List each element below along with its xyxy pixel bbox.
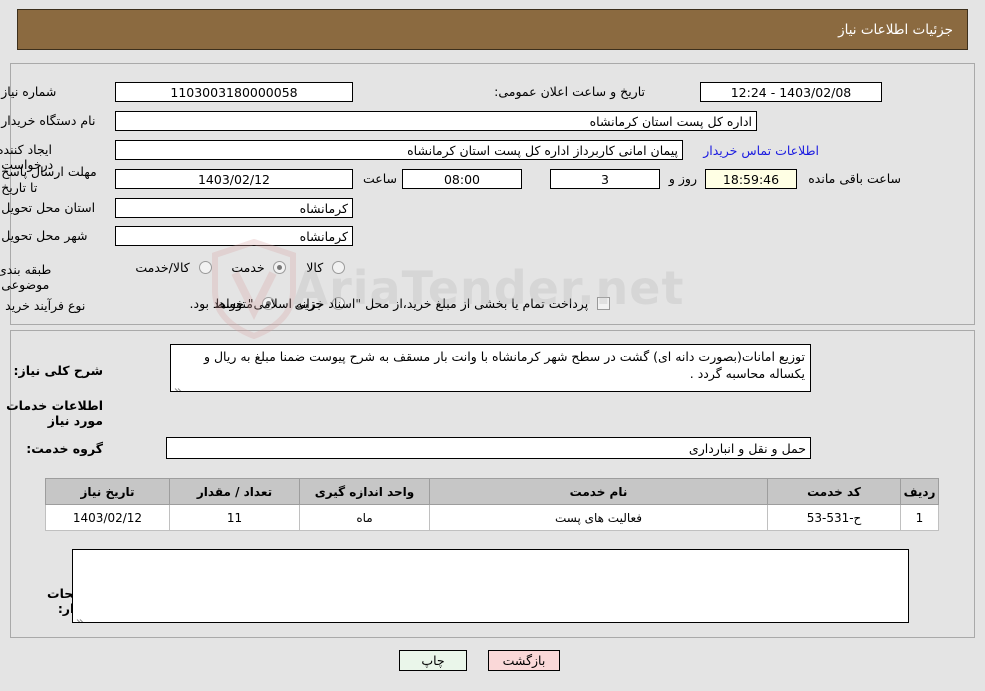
deadline-countdown-value: 18:59:46	[705, 169, 797, 189]
need-number-label: شماره نیاز:	[0, 84, 57, 99]
cell-quantity: 11	[169, 504, 300, 531]
delivery-province-label: استان محل تحویل:	[0, 200, 96, 215]
print-button[interactable]: چاپ	[399, 650, 467, 671]
radio-subject-kala-label: کالا	[306, 260, 324, 275]
resize-grip-icon	[173, 379, 184, 391]
treasury-bond-checkbox[interactable]	[597, 297, 610, 310]
subject-class-radio-group: کالا خدمت کالا/خدمت	[119, 260, 345, 275]
deadline-days-value: 3	[550, 169, 660, 189]
table-row: 1 ح-531-53 فعالیت های پست ماه 11 1403/02…	[45, 504, 939, 531]
col-service-code: کد خدمت	[767, 478, 901, 505]
radio-subject-khedmat[interactable]	[273, 261, 287, 274]
need-info-panel	[10, 63, 975, 325]
back-button[interactable]: بازگشت	[488, 650, 560, 671]
announce-datetime-value: 12:24 - 1403/02/08	[700, 82, 882, 102]
col-service-name: نام خدمت	[429, 478, 768, 505]
page-title: جزئیات اطلاعات نیاز	[838, 21, 953, 38]
service-group-label: گروه خدمت:	[26, 441, 103, 456]
cell-need-date: 1403/02/12	[45, 504, 170, 531]
cell-radif: 1	[900, 504, 939, 531]
treasury-bond-checkbox-group: پرداخت تمام یا بخشی از مبلغ خرید،از محل …	[190, 296, 610, 311]
deadline-date-value: 1403/02/12	[115, 169, 353, 189]
services-table: ردیف کد خدمت نام خدمت واحد اندازه گیری ت…	[45, 478, 939, 531]
delivery-province-value: کرمانشاه	[115, 198, 353, 218]
radio-subject-kala-khedmat-label: کالا/خدمت	[135, 260, 190, 275]
resize-grip-icon-notes	[75, 610, 86, 622]
radio-subject-khedmat-label: خدمت	[231, 260, 265, 275]
buyer-org-value: اداره کل پست استان کرمانشاه	[115, 111, 757, 131]
delivery-city-label: شهر محل تحویل:	[0, 228, 88, 243]
cell-service-code: ح-531-53	[767, 504, 901, 531]
deadline-days-label: روز و	[668, 171, 697, 186]
buyer-org-label: نام دستگاه خریدار:	[0, 113, 96, 128]
deadline-hour-value: 08:00	[402, 169, 522, 189]
col-radif: ردیف	[900, 478, 939, 505]
request-creator-value: پیمان امانی کاربرداز اداره کل پست استان …	[115, 140, 683, 160]
description-textarea[interactable]: توزیع امانات(بصورت دانه ای) گشت در سطح ش…	[170, 344, 811, 392]
cell-unit: ماه	[299, 504, 430, 531]
description-label: شرح کلی نیاز:	[13, 363, 103, 378]
deadline-remaining-label: ساعت باقی مانده	[808, 171, 901, 186]
page-header-bar: جزئیات اطلاعات نیاز	[17, 9, 968, 50]
treasury-bond-checkbox-label: پرداخت تمام یا بخشی از مبلغ خرید،از محل …	[189, 296, 589, 311]
col-unit: واحد اندازه گیری	[299, 478, 430, 505]
col-need-date: تاریخ نیاز	[45, 478, 170, 505]
purchase-type-label: نوع فرآیند خرید :	[0, 298, 86, 313]
description-text: توزیع امانات(بصورت دانه ای) گشت در سطح ش…	[203, 349, 805, 381]
services-section-title: اطلاعات خدمات مورد نیاز	[6, 398, 103, 428]
col-quantity: تعداد / مقدار	[169, 478, 300, 505]
deadline-label: مهلت ارسال پاسخ: تا تاریخ:	[0, 164, 97, 195]
subject-class-label: طبقه بندی موضوعی:	[0, 262, 52, 292]
need-number-value: 1103003180000058	[115, 82, 353, 102]
radio-subject-kala[interactable]	[332, 261, 345, 274]
table-header-row: ردیف کد خدمت نام خدمت واحد اندازه گیری ت…	[45, 478, 939, 505]
radio-subject-kala-khedmat[interactable]	[198, 261, 212, 274]
deadline-hour-label: ساعت	[362, 171, 397, 186]
announce-datetime-label: تاریخ و ساعت اعلان عمومی:	[494, 84, 645, 99]
delivery-city-value: کرمانشاه	[115, 226, 353, 246]
service-group-value: حمل و نقل و انبارداری	[166, 437, 811, 459]
buyer-contact-link[interactable]: اطلاعات تماس خریدار	[703, 143, 819, 158]
cell-service-name: فعالیت های پست	[429, 504, 768, 531]
buyer-notes-textarea[interactable]	[72, 549, 909, 623]
page-root: جزئیات اطلاعات نیاز شماره نیاز: 11030031…	[0, 0, 985, 691]
